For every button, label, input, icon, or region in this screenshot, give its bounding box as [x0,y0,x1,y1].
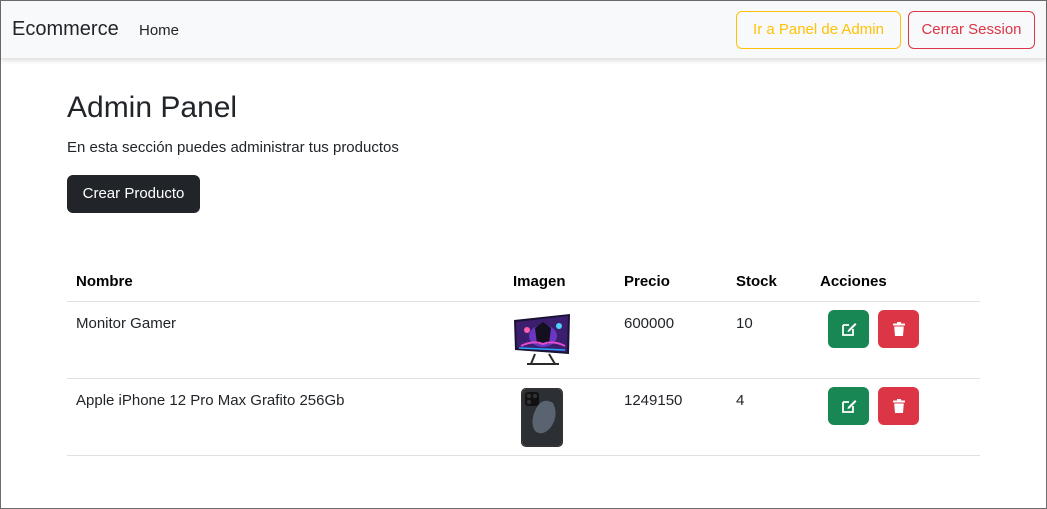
edit-button[interactable] [828,310,869,348]
header-nombre: Nombre [76,273,133,290]
products-table: Nombre Imagen Precio Stock Acciones Moni… [67,263,980,456]
product-stock: 10 [736,315,753,332]
delete-button[interactable] [878,310,919,348]
header-acciones: Acciones [820,273,887,290]
product-price: 600000 [624,315,675,332]
delete-button[interactable] [878,387,919,425]
header-imagen: Imagen [513,273,566,290]
page-subtitle: En esta sección puedes administrar tus p… [67,139,399,156]
admin-panel-button[interactable]: Ir a Panel de Admin [736,11,901,49]
navbar-brand[interactable]: Ecommerce [12,18,119,41]
monitor-image [514,314,570,365]
trash-icon [892,322,905,336]
nav-home-link[interactable]: Home [139,22,179,39]
product-stock: 4 [736,392,745,409]
product-name: Monitor Gamer [76,315,177,332]
product-name: Apple iPhone 12 Pro Max Grafito 256Gb [76,392,345,409]
table-row: Apple iPhone 12 Pro Max Grafito 256Gb 12… [67,379,980,456]
table-row: Monitor Gamer 600000 10 [67,302,980,379]
edit-icon [841,323,856,336]
logout-button[interactable]: Cerrar Session [908,11,1035,49]
product-price: 1249150 [624,392,683,409]
header-precio: Precio [624,273,670,290]
header-stock: Stock [736,273,777,290]
edit-icon [841,400,856,413]
trash-icon [892,399,905,413]
edit-button[interactable] [828,387,869,425]
table-header: Nombre Imagen Precio Stock Acciones [67,263,980,302]
create-product-button[interactable]: Crear Producto [67,175,200,213]
iphone-image [521,388,563,447]
page-title: Admin Panel [67,91,238,124]
navbar: Ecommerce Home Ir a Panel de Admin Cerra… [1,1,1046,59]
